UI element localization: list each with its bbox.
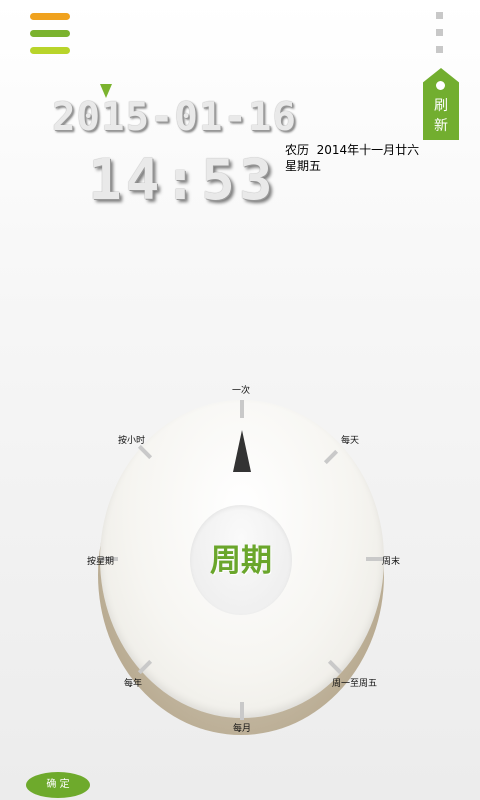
menu-bar-bottom — [30, 47, 70, 54]
dial-center-label: 周期 — [210, 543, 272, 579]
option-yearly[interactable]: 每年 — [124, 676, 142, 689]
option-weekdays[interactable]: 周一至周五 — [332, 676, 377, 689]
menu-bar-middle — [30, 30, 70, 37]
dial-pointer-icon[interactable] — [233, 430, 251, 472]
time-display[interactable]: 14:53 — [88, 148, 277, 213]
tag-hole-icon — [436, 81, 445, 90]
tick-monthly — [240, 702, 244, 720]
tick-once — [240, 400, 244, 418]
option-by-hour[interactable]: 按小时 — [118, 433, 145, 446]
date-display[interactable]: 2015-01-16 — [52, 95, 297, 140]
more-dot — [436, 29, 443, 36]
hamburger-menu-icon[interactable] — [30, 10, 72, 60]
lunar-date: 农历 2014年十一月廿六 — [285, 143, 420, 157]
refresh-button[interactable]: 刷 新 — [423, 68, 459, 140]
refresh-label: 刷 新 — [423, 96, 459, 136]
option-once[interactable]: 一次 — [232, 383, 250, 396]
menu-bar-top — [30, 13, 70, 20]
option-weekend[interactable]: 周末 — [382, 554, 400, 567]
option-daily[interactable]: 每天 — [341, 433, 359, 446]
refresh-label-line1: 刷 — [434, 98, 448, 114]
lunar-info: 农历 2014年十一月廿六 星期五 — [285, 142, 419, 174]
option-monthly[interactable]: 每月 — [233, 721, 251, 734]
confirm-button[interactable]: 确 定 — [26, 772, 90, 798]
refresh-label-line2: 新 — [434, 118, 448, 134]
more-dot — [436, 46, 443, 53]
more-dot — [436, 12, 443, 19]
more-vertical-icon[interactable] — [432, 10, 448, 56]
option-by-week[interactable]: 按星期 — [87, 554, 114, 567]
weekday: 星期五 — [285, 159, 322, 173]
